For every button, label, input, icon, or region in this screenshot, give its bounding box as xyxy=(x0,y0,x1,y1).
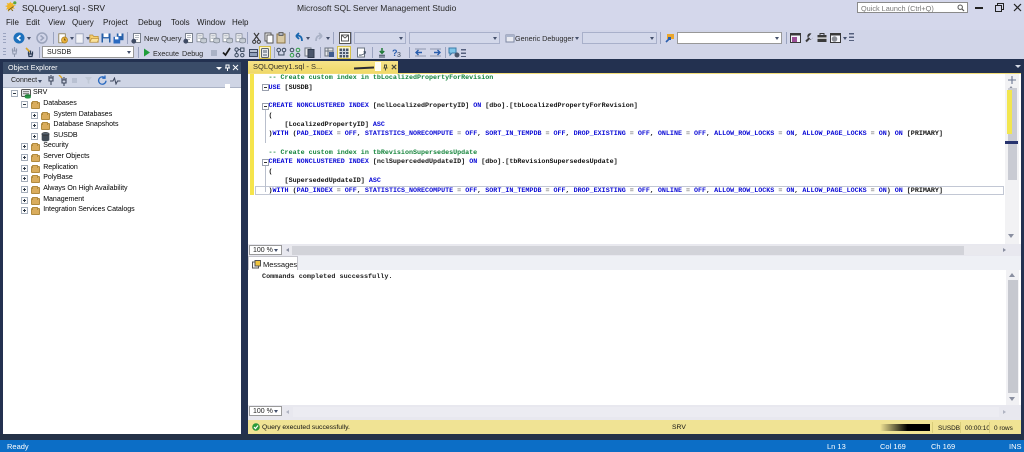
svg-text:3: 3 xyxy=(397,52,401,58)
